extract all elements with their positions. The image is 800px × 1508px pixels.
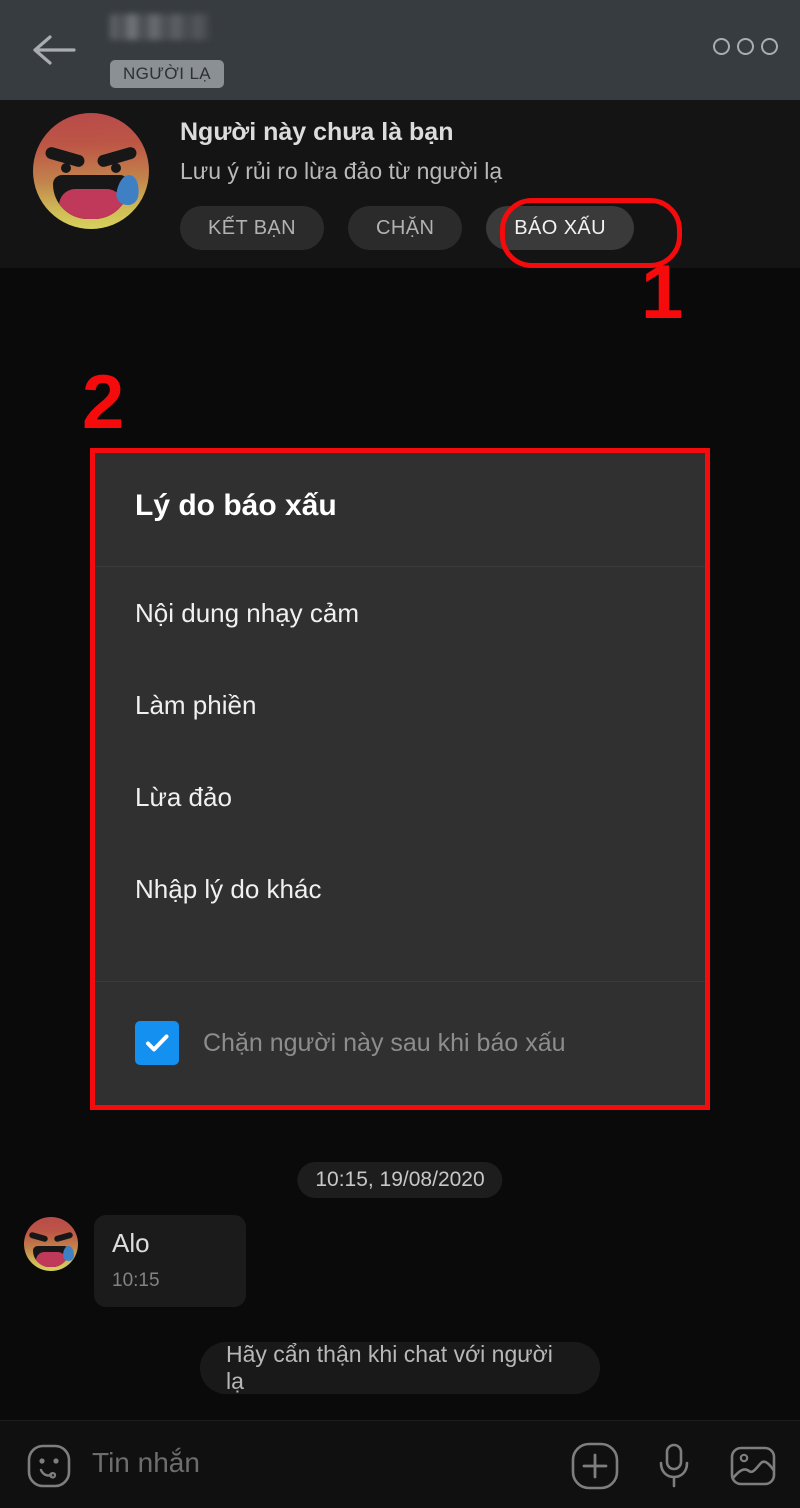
app-bar: NGƯỜI LẠ <box>0 0 800 100</box>
message-row-incoming: Alo 10:15 <box>24 1215 246 1307</box>
avatar-tongue <box>36 1252 66 1267</box>
chat-screen: NGƯỜI LẠ Người này chưa là bạn Lưu ý rủi… <box>0 0 800 1508</box>
more-dot <box>761 38 778 55</box>
list-item[interactable]: Làm phiền <box>95 659 705 751</box>
list-item[interactable]: Nội dung nhạy cảm <box>95 567 705 659</box>
report-button[interactable]: BÁO XẤU <box>486 206 635 250</box>
message-bubble[interactable]: Alo 10:15 <box>94 1215 246 1307</box>
avatar-eye-right <box>111 163 121 173</box>
contact-name-redacted <box>110 14 210 40</box>
back-arrow-icon[interactable] <box>30 30 78 70</box>
add-attachment-icon[interactable] <box>570 1441 620 1496</box>
step-marker-2: 2 <box>82 360 125 445</box>
stranger-badge: NGƯỜI LẠ <box>110 60 225 88</box>
report-reason-list: Nội dung nhạy cảm Làm phiền Lừa đảo Nhập… <box>95 567 705 935</box>
system-notice: Hãy cẩn thận khi chat với người lạ <box>200 1341 600 1394</box>
add-friend-button[interactable]: KẾT BẠN <box>180 206 325 250</box>
banner-title: Người này chưa là bạn <box>180 118 454 146</box>
block-button[interactable]: CHẶN <box>348 206 463 250</box>
avatar-tongue <box>59 189 123 219</box>
photo-gallery-icon[interactable] <box>728 1441 778 1496</box>
block-after-report-label: Chặn người này sau khi báo xấu <box>203 1028 566 1057</box>
dialog-title: Lý do báo xấu <box>135 489 337 522</box>
more-options-icon[interactable] <box>713 38 778 55</box>
microphone-icon[interactable] <box>654 1441 694 1496</box>
avatar <box>24 1217 78 1271</box>
message-text: Alo <box>112 1228 150 1258</box>
message-input[interactable]: Tin nhắn <box>92 1447 200 1479</box>
report-reason-dialog: Lý do báo xấu Nội dung nhạy cảm Làm phiề… <box>95 453 705 1105</box>
input-bar-actions <box>570 1441 778 1496</box>
list-item[interactable]: Nhập lý do khác <box>95 843 705 935</box>
banner-actions: KẾT BẠN CHẶN BÁO XẤU <box>180 198 682 268</box>
emoji-sticker-icon[interactable] <box>26 1443 72 1489</box>
chat-message-area: 10:15, 19/08/2020 Alo 10:15 Hãy cẩn thận… <box>0 1110 800 1420</box>
list-item[interactable]: Lừa đảo <box>95 751 705 843</box>
message-timestamp: 10:15 <box>112 1269 160 1291</box>
avatar-eye-left <box>61 163 71 173</box>
avatar-tear-icon <box>63 1246 74 1261</box>
banner-subtitle: Lưu ý rủi ro lừa đảo từ người lạ <box>180 158 503 184</box>
avatar <box>33 113 149 229</box>
more-dot <box>713 38 730 55</box>
date-chip: 10:15, 19/08/2020 <box>297 1162 503 1198</box>
stranger-warning-banner: Người này chưa là bạn Lưu ý rủi ro lừa đ… <box>0 100 800 268</box>
step-marker-1: 1 <box>641 250 684 335</box>
check-icon <box>146 1034 169 1052</box>
message-input-bar: Tin nhắn <box>0 1420 800 1508</box>
avatar-brow-right <box>53 1231 74 1243</box>
block-after-report-checkbox[interactable] <box>135 1021 179 1065</box>
more-dot <box>737 38 754 55</box>
avatar-brow-left <box>28 1231 49 1243</box>
block-after-report-row[interactable]: Chặn người này sau khi báo xấu <box>95 982 705 1104</box>
